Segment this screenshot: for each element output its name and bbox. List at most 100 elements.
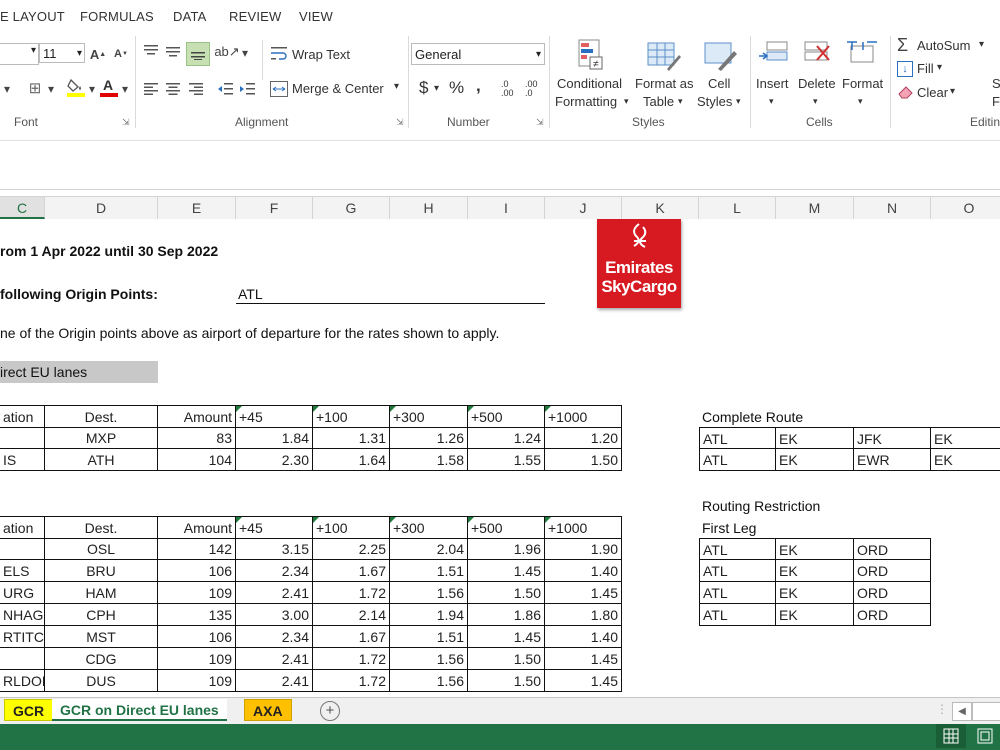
sheet-tab-gcr[interactable]: GCR [4, 699, 54, 721]
table-cell[interactable]: 142 [158, 538, 236, 560]
table-header-cell[interactable]: +1000 [545, 405, 622, 428]
align-right-icon[interactable] [188, 80, 204, 98]
fill-color-icon[interactable] [66, 76, 86, 98]
table-cell[interactable]: DUS [45, 670, 158, 692]
tab-page-layout[interactable]: E LAYOUT [0, 9, 65, 24]
table-cell[interactable]: BRU [45, 560, 158, 582]
table-cell[interactable]: 1.26 [390, 427, 468, 449]
currency-format-button[interactable]: $ [419, 78, 428, 98]
table-cell[interactable]: 109 [158, 582, 236, 604]
dialog-launcher-icon[interactable]: ⇲ [536, 117, 544, 128]
table-header-cell[interactable]: +300 [390, 516, 468, 539]
conditional-formatting-icon[interactable]: ≠ [577, 38, 609, 72]
table-cell[interactable]: 1.64 [313, 449, 390, 471]
route-cell[interactable]: ATL [699, 538, 776, 560]
chevron-down-icon[interactable]: ▾ [950, 86, 955, 97]
route-cell[interactable]: EK [776, 449, 854, 471]
table-cell[interactable]: 2.04 [390, 538, 468, 560]
chevron-down-icon[interactable]: ▾ [736, 96, 741, 107]
table-cell[interactable]: URG [0, 582, 45, 604]
table-cell[interactable]: 1.40 [545, 626, 622, 648]
route-cell[interactable]: ORD [854, 538, 931, 560]
table-cell[interactable]: NHAGEI [0, 604, 45, 626]
grow-font-icon[interactable]: A ▲ [90, 45, 106, 63]
table-cell[interactable]: 1.72 [313, 648, 390, 670]
sheet-tab-axa[interactable]: AXA [244, 699, 292, 721]
shrink-font-icon[interactable]: A ▼ [113, 45, 129, 63]
table-cell[interactable]: 1.58 [390, 449, 468, 471]
chevron-down-icon[interactable]: ▾ [240, 44, 250, 62]
route-cell[interactable]: ATL [699, 560, 776, 582]
column-header-m[interactable]: M [776, 197, 854, 219]
column-header-k[interactable]: K [622, 197, 699, 219]
table-cell[interactable]: ATH [45, 449, 158, 471]
table-header-cell[interactable]: ation [0, 516, 45, 539]
route-cell[interactable]: ATL [699, 427, 776, 449]
table-cell[interactable]: 106 [158, 626, 236, 648]
table-cell[interactable]: 1.90 [545, 538, 622, 560]
sort-filter-partial-label[interactable]: S F [992, 75, 1000, 111]
table-header-cell[interactable]: +100 [313, 516, 390, 539]
chevron-down-icon[interactable]: ▾ [434, 83, 439, 94]
cell-styles-label[interactable]: Cell [708, 76, 730, 91]
table-cell[interactable]: 1.56 [390, 582, 468, 604]
table-cell[interactable]: 1.51 [390, 626, 468, 648]
route-cell[interactable]: EK [776, 604, 854, 626]
table-cell[interactable]: 104 [158, 449, 236, 471]
table-cell[interactable]: RLDOR [0, 670, 45, 692]
formula-input[interactable] [0, 141, 1000, 187]
route-cell[interactable]: ORD [854, 604, 931, 626]
table-cell[interactable]: RTITCH [0, 626, 45, 648]
table-cell[interactable]: 1.20 [545, 427, 622, 449]
table-cell[interactable]: 1.45 [545, 648, 622, 670]
chevron-down-icon[interactable]: ▾ [0, 80, 14, 98]
merge-center-button[interactable]: Merge & Center [292, 81, 384, 96]
orientation-icon[interactable]: ab↗ [214, 43, 239, 61]
decrease-decimal-button[interactable]: .00 .0 [525, 80, 545, 98]
chevron-down-icon[interactable]: ▾ [858, 96, 863, 107]
eraser-icon[interactable] [897, 84, 915, 100]
route-cell[interactable]: ATL [699, 449, 776, 471]
format-as-table-label-2[interactable]: Table [643, 94, 674, 109]
table-cell[interactable]: 1.94 [390, 604, 468, 626]
table-cell[interactable]: 1.84 [236, 427, 313, 449]
route-cell[interactable]: EK [931, 427, 1000, 449]
table-cell[interactable]: 1.24 [468, 427, 545, 449]
column-header-h[interactable]: H [390, 197, 468, 219]
fill-down-icon[interactable]: ↓ [897, 61, 913, 77]
table-header-cell[interactable]: Dest. [45, 516, 158, 539]
tab-view[interactable]: VIEW [299, 9, 333, 24]
font-color-icon[interactable]: A [99, 76, 119, 98]
route-cell[interactable]: EK [776, 427, 854, 449]
column-header-d[interactable]: D [45, 197, 158, 219]
table-cell[interactable]: MST [45, 626, 158, 648]
wrap-text-icon[interactable] [270, 44, 288, 62]
table-cell[interactable]: 2.14 [313, 604, 390, 626]
format-cells-icon[interactable] [844, 38, 878, 70]
table-cell[interactable]: MXP [45, 427, 158, 449]
table-cell[interactable]: CDG [45, 648, 158, 670]
table-cell[interactable]: 1.67 [313, 560, 390, 582]
table-cell[interactable]: 2.34 [236, 626, 313, 648]
tab-data[interactable]: DATA [173, 9, 207, 24]
route-cell[interactable]: EK [776, 538, 854, 560]
table-cell[interactable]: 1.56 [390, 670, 468, 692]
font-size-box[interactable]: 11 ▾ [39, 43, 85, 63]
table-header-cell[interactable]: +300 [390, 405, 468, 428]
column-header-g[interactable]: G [313, 197, 390, 219]
table-cell[interactable]: HAM [45, 582, 158, 604]
autosum-icon[interactable]: Σ [897, 35, 908, 56]
table-cell[interactable]: 3.15 [236, 538, 313, 560]
table-cell[interactable]: 1.50 [545, 449, 622, 471]
cell-styles-icon[interactable] [703, 38, 739, 72]
increase-decimal-button[interactable]: .0 .00 [501, 80, 521, 98]
table-header-cell[interactable]: +500 [468, 516, 545, 539]
table-cell[interactable]: 1.72 [313, 670, 390, 692]
column-header-c[interactable]: C [0, 197, 45, 219]
chevron-down-icon[interactable]: ▾ [624, 96, 629, 107]
decrease-indent-icon[interactable] [217, 80, 233, 98]
insert-cells-icon[interactable] [756, 38, 790, 70]
table-header-cell[interactable]: +45 [236, 405, 313, 428]
table-cell[interactable]: 2.41 [236, 670, 313, 692]
normal-view-icon[interactable] [943, 728, 959, 744]
